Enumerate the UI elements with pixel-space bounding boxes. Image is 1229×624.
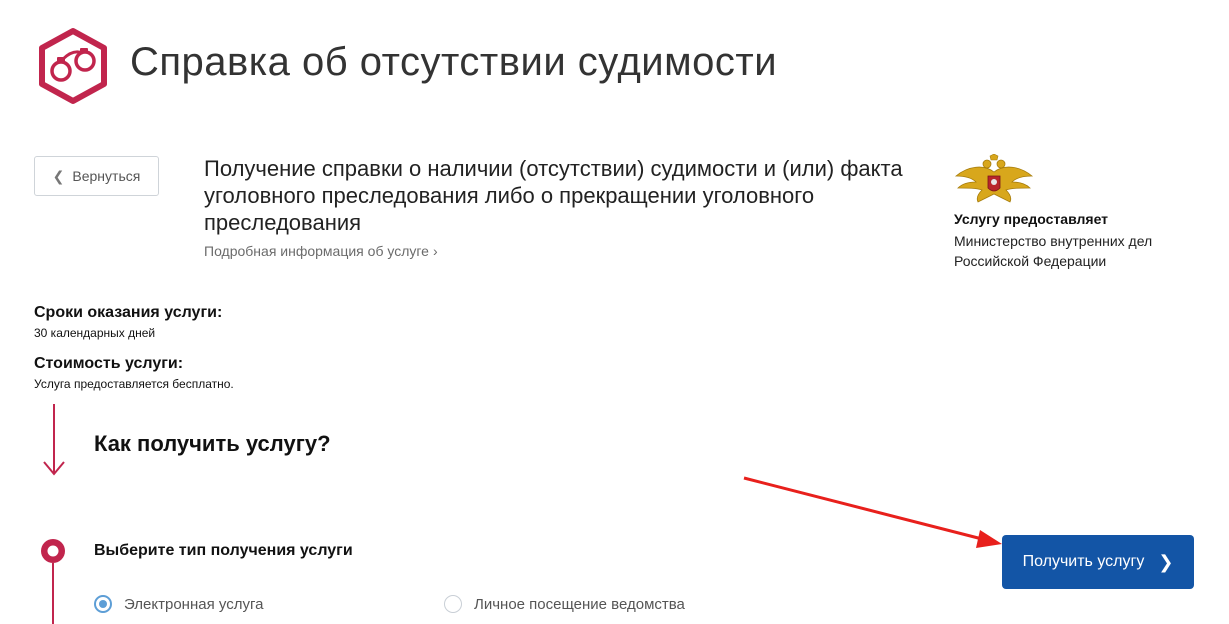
radio-label: Электронная услуга — [124, 595, 264, 613]
provider-label: Услугу предоставляет — [954, 211, 1109, 227]
chevron-right-icon: › — [432, 243, 438, 259]
terms-title: Сроки оказания услуги: — [34, 304, 223, 321]
terms-value: 30 календарных дней — [34, 326, 156, 340]
coat-of-arms-icon — [954, 154, 1034, 203]
back-button-label: Вернуться — [72, 168, 141, 184]
service-title: Получение справки о наличии (отсутствии)… — [204, 156, 903, 235]
arrow-down-icon — [43, 404, 65, 476]
provider-name: Министерство внутренних дел Российской Ф… — [954, 233, 1153, 269]
cost-title: Стоимость услуги: — [34, 355, 184, 372]
back-button[interactable]: ❮ Вернуться — [34, 156, 159, 196]
page-title: Справка об отсутствии судимости — [130, 40, 778, 84]
get-service-button-label: Получить услугу — [1022, 553, 1145, 570]
cost-value: Услуга предоставляется бесплатно. — [34, 377, 234, 391]
chevron-left-icon: ❮ — [52, 167, 65, 184]
chevron-right-icon: ❯ — [1158, 551, 1174, 572]
service-details-link-label: Подробная информация об услуге — [204, 243, 429, 259]
step-title: Выберите тип получения услуги — [94, 542, 353, 559]
how-to-title: Как получить услугу? — [94, 431, 331, 456]
service-details-link[interactable]: Подробная информация об услуге › — [204, 243, 438, 259]
radio-electronic-service[interactable]: Электронная услуга — [94, 595, 263, 613]
radio-personal-visit[interactable]: Личное посещение ведомства — [444, 595, 685, 613]
radio-unchecked-icon — [444, 595, 462, 613]
handcuffs-icon — [39, 28, 107, 104]
get-service-button[interactable]: Получить услугу ❯ — [1002, 535, 1194, 589]
radio-checked-icon — [94, 595, 112, 613]
radio-label: Личное посещение ведомства — [474, 595, 685, 613]
annotation-arrow-icon — [743, 476, 1002, 548]
step-marker-icon — [41, 539, 65, 624]
